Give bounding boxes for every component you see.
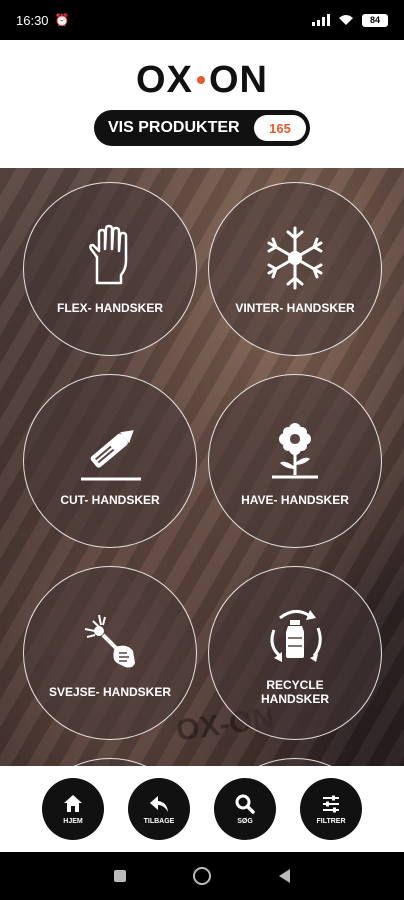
- home-button[interactable]: HJEM: [42, 778, 104, 840]
- search-label: SØG: [237, 818, 253, 825]
- search-icon: [235, 794, 255, 814]
- alarm-icon: ⏰: [54, 13, 70, 27]
- clock: 16:30: [16, 12, 49, 28]
- status-bar: 16:30 ⏰ 84: [0, 0, 404, 40]
- product-count-badge: 165: [254, 115, 306, 141]
- wifi-icon: [339, 15, 353, 25]
- flower-icon: [272, 423, 318, 479]
- category-label: RECYCLE HANDSKER: [260, 678, 329, 706]
- category-label: VINTER- HANDSKER: [235, 301, 355, 315]
- system-nav-bar: [0, 852, 404, 900]
- glove-icon: [89, 224, 128, 285]
- category-grid: OX-ON FLEX- HANDSKER VINTER- HANDSKER CU…: [0, 168, 404, 766]
- category-garden-gloves[interactable]: HAVE- HANDSKER: [208, 374, 382, 548]
- category-label: SVEJSE- HANDSKER: [48, 685, 172, 699]
- filter-label: FILTRER: [316, 818, 346, 825]
- back-button[interactable]: TILBAGE: [128, 778, 190, 840]
- category-welding-gloves[interactable]: SVEJSE- HANDSKER: [23, 566, 197, 740]
- category-cut-gloves[interactable]: CUT- HANDSKER: [23, 374, 197, 548]
- back-arrow-icon: [150, 796, 168, 812]
- home-system-icon[interactable]: [193, 867, 212, 885]
- bottom-nav: HJEM TILBAGE SØG FILTRER: [0, 766, 404, 852]
- category-recycle-gloves[interactable]: RECYCLE HANDSKER: [208, 566, 382, 740]
- search-button[interactable]: SØG: [214, 778, 276, 840]
- category-label: CUT- HANDSKER: [60, 493, 160, 507]
- app-header: OX ON VIS PRODUKTER 165: [0, 40, 404, 168]
- category-winter-gloves[interactable]: VINTER- HANDSKER: [208, 182, 382, 356]
- show-products-label: VIS PRODUKTER: [108, 119, 240, 136]
- battery-icon: 84: [362, 13, 388, 27]
- recycle-icon: [270, 610, 322, 662]
- home-icon: [64, 795, 82, 812]
- category-label: HAVE- HANDSKER: [241, 493, 349, 507]
- category-partial-next-left[interactable]: [23, 758, 197, 766]
- category-flex-gloves[interactable]: FLEX- HANDSKER: [23, 182, 197, 356]
- filter-sliders-icon: [323, 795, 339, 813]
- filter-button[interactable]: FILTRER: [300, 778, 362, 840]
- oxon-logo: OX ON: [136, 58, 268, 101]
- back-system-icon[interactable]: [279, 869, 291, 883]
- home-label: HJEM: [63, 818, 83, 825]
- show-products-button[interactable]: VIS PRODUKTER 165: [94, 110, 310, 146]
- category-partial-next-right[interactable]: [208, 758, 382, 766]
- recents-icon[interactable]: [113, 870, 126, 882]
- cutter-knife-icon: [81, 430, 141, 481]
- category-label: FLEX- HANDSKER: [56, 301, 163, 315]
- welding-icon: [84, 614, 135, 668]
- snowflake-icon: [267, 226, 323, 290]
- back-label: TILBAGE: [143, 818, 175, 825]
- signal-icon: [312, 14, 330, 26]
